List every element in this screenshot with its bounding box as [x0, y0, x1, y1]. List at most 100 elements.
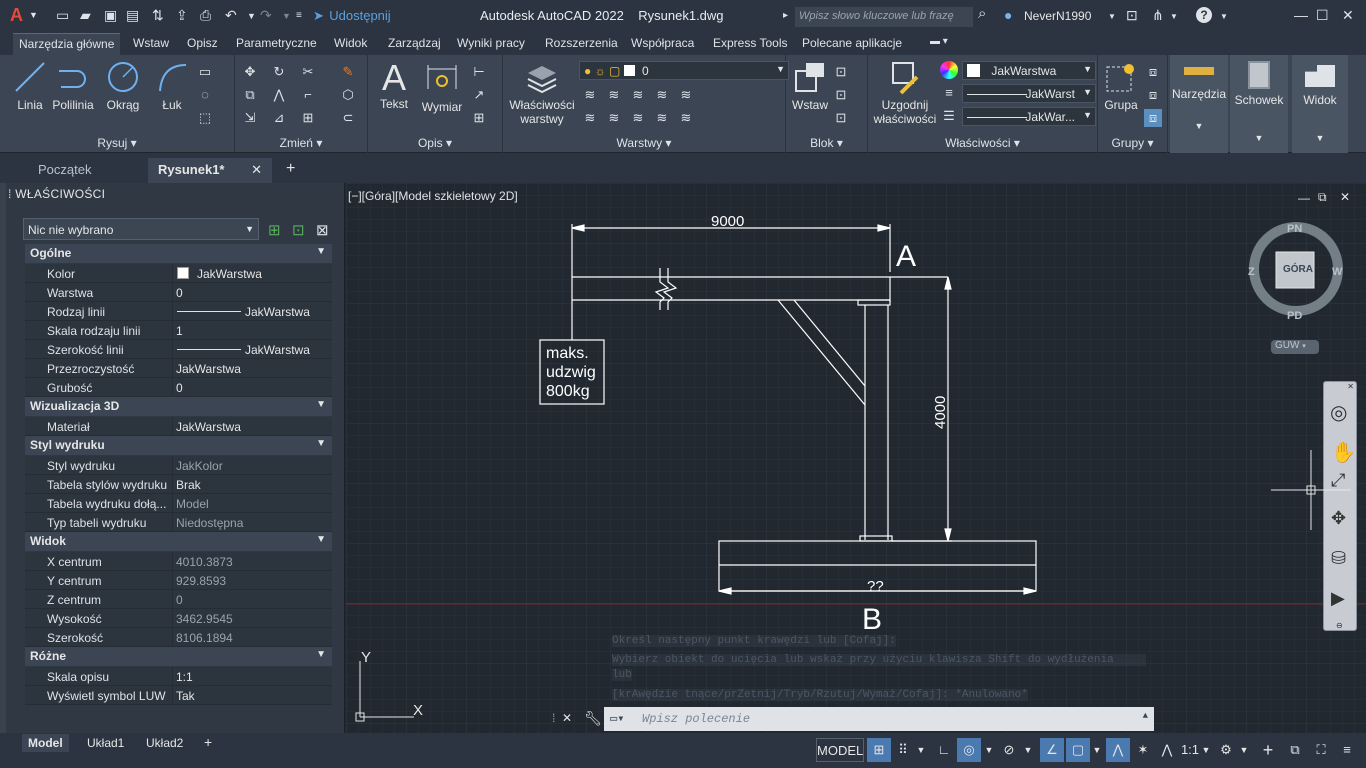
property-row[interactable]: Wyświetl symbol LUW Tak [25, 686, 332, 705]
hatch-icon[interactable]: ◌ [196, 86, 214, 104]
layer-tool-2-icon[interactable]: ≋ [605, 86, 623, 104]
erase-icon[interactable]: ✎ [339, 63, 357, 81]
move-icon[interactable]: ✥ [241, 63, 259, 81]
property-row[interactable]: Z centrum 0 [25, 590, 332, 609]
modify-panel-label[interactable]: Zmień ▾ [235, 136, 367, 150]
tab-start[interactable]: Początek [28, 158, 101, 183]
tab-drawing[interactable]: Rysunek1* ✕ [148, 158, 272, 183]
drawing-area[interactable]: 9000 A 4000 ?? B maks. udzwig 800kg GÓRA… [346, 183, 1366, 733]
property-row[interactable]: X centrum 4010.3873 [25, 552, 332, 571]
rectangle-icon[interactable]: ▭ [196, 63, 214, 81]
explode-icon[interactable]: ⬡ [339, 86, 357, 104]
tab-addins[interactable]: Rozszerzenia [545, 36, 618, 50]
collapse-icon[interactable]: ▼ [316, 649, 326, 660]
collapse-icon[interactable]: ▼ [316, 438, 326, 449]
groups-panel-label[interactable]: Grupy ▾ [1098, 136, 1167, 150]
annotation-scale-icon[interactable]: ⋀ [1156, 738, 1178, 762]
new-icon[interactable]: ▭ [56, 7, 69, 24]
quick-select-icon[interactable]: ⊠ [316, 221, 329, 239]
layer-tool-5-icon[interactable]: ≋ [677, 86, 695, 104]
plot-icon[interactable]: ⎙ [200, 7, 211, 24]
collapse-icon[interactable]: ▼ [316, 399, 326, 410]
annotation-scale-value[interactable]: 1:1 [1180, 738, 1200, 762]
scale-dropdown-icon[interactable]: ▼ [1200, 738, 1212, 762]
ungroup-icon[interactable]: ⧈ [1144, 63, 1162, 81]
property-row[interactable]: Materiał JakWarstwa [25, 417, 332, 436]
layer-dropdown[interactable]: ● ☼ ▢ 0 ▼ [579, 61, 789, 80]
toggle-pickadd-icon[interactable]: ⊞ [268, 221, 281, 239]
customize-qa-icon[interactable]: ≡ [296, 10, 302, 21]
view-panel[interactable]: Widok ▼ [1292, 55, 1348, 153]
layer-tool-7-icon[interactable]: ≋ [605, 109, 623, 127]
layer-tool-9-icon[interactable]: ≋ [653, 109, 671, 127]
text-button[interactable]: A Tekst [374, 59, 414, 112]
open-icon[interactable]: ▰ [80, 7, 91, 24]
isolate-objects-icon[interactable]: ⧉ [1284, 738, 1306, 762]
tab-view[interactable]: Widok [334, 36, 367, 50]
property-row[interactable]: Wysokość 3462.9545 [25, 609, 332, 628]
viewport-controls-label[interactable]: [−][Góra][Model szkieletowy 2D] [348, 189, 518, 203]
redo-icon[interactable]: ↷ [260, 7, 272, 24]
steering-wheel-icon[interactable]: ◎ [1330, 400, 1347, 425]
property-row[interactable]: Przezroczystość JakWarstwa [25, 359, 332, 378]
snap-dropdown-icon[interactable]: ▼ [914, 738, 928, 762]
save-web-icon[interactable]: ⇪ [176, 7, 188, 24]
section-header[interactable]: Ogólne ▼ [25, 244, 332, 263]
linetype-dropdown[interactable]: JakWarst ▼ [962, 84, 1096, 103]
maximize-icon[interactable]: ☐ [1316, 7, 1329, 24]
close-icon[interactable]: ✕ [251, 162, 262, 178]
tab-manage[interactable]: Zarządzaj [388, 36, 441, 50]
command-recent-icon[interactable]: ▲ [1143, 711, 1148, 721]
add-icon[interactable]: + [1256, 738, 1280, 762]
line-button[interactable]: Linia [10, 59, 50, 112]
layer-tool-10-icon[interactable]: ≋ [677, 109, 695, 127]
insert-button[interactable]: Wstaw [790, 59, 830, 112]
workspace-dropdown-icon[interactable]: ▼ [1238, 738, 1250, 762]
osnap-icon[interactable]: ▢ [1066, 738, 1090, 762]
property-row[interactable]: Skala opisu 1:1 [25, 667, 332, 686]
leader-icon[interactable]: ↗ [470, 86, 488, 104]
property-row[interactable]: Y centrum 929.8593 [25, 571, 332, 590]
group-select-icon[interactable]: ⧈ [1144, 109, 1162, 127]
open-web-icon[interactable]: ⇅ [152, 7, 164, 24]
layer-tool-3-icon[interactable]: ≋ [629, 86, 647, 104]
clipboard-panel[interactable]: Schowek ▼ [1230, 55, 1288, 153]
tab-layout2[interactable]: Układ2 [140, 734, 189, 752]
layer-properties-button[interactable]: Właściwości warstwy [507, 59, 577, 126]
tab-output[interactable]: Wyniki pracy [457, 36, 525, 50]
undo-icon[interactable]: ↶ [225, 7, 237, 24]
block-edit-icon[interactable]: ⊡ [832, 86, 850, 104]
fillet-icon[interactable]: ⌐ [299, 86, 317, 104]
cart-icon[interactable]: ⊡ [1126, 7, 1138, 24]
fullscreen-icon[interactable]: ⛶ [1310, 738, 1332, 762]
dimension-button[interactable]: Wymiar [418, 59, 466, 114]
viewcube-east[interactable]: W [1332, 266, 1342, 278]
viewport-close-icon[interactable]: ✕ [1340, 190, 1350, 204]
lineweight-dropdown[interactable]: JakWar... ▼ [962, 107, 1096, 126]
layer-tool-8-icon[interactable]: ≋ [629, 109, 647, 127]
autoscale-icon[interactable]: ✶ [1132, 738, 1154, 762]
property-row[interactable]: Szerokość linii JakWarstwa [25, 340, 332, 359]
group-edit-icon[interactable]: ⧈ [1144, 86, 1162, 104]
showmotion-play-icon[interactable]: ▶ [1331, 588, 1345, 609]
layer-tool-6-icon[interactable]: ≋ [581, 109, 599, 127]
selection-dropdown[interactable]: Nic nie wybrano ▼ [23, 218, 259, 240]
help-dropdown-icon[interactable]: ▼ [1220, 12, 1228, 21]
tab-home[interactable]: Narzędzia główne [13, 33, 121, 55]
collapse-icon[interactable]: ▼ [316, 246, 326, 257]
trim-icon[interactable]: ✂ [299, 63, 317, 81]
new-tab-icon[interactable]: + [286, 160, 295, 178]
layer-tool-4-icon[interactable]: ≋ [653, 86, 671, 104]
osnap-dropdown-icon[interactable]: ▼ [1090, 738, 1104, 762]
drawing-canvas[interactable] [346, 183, 1366, 733]
command-grip-icon[interactable]: ⁞ [552, 711, 555, 725]
tab-parametric[interactable]: Parametryczne [236, 36, 317, 50]
isodraft-dropdown-icon[interactable]: ▼ [1021, 738, 1035, 762]
polyline-button[interactable]: Polilinia [50, 59, 96, 112]
osnap-tracking-icon[interactable]: ∠ [1040, 738, 1064, 762]
draw-panel-label[interactable]: Rysuj ▾ [0, 136, 234, 150]
property-row[interactable]: Warstwa 0 [25, 283, 332, 302]
property-row[interactable]: Grubość 0 [25, 378, 332, 397]
command-close-icon[interactable]: ✕ [562, 711, 572, 725]
select-objects-icon[interactable]: ⊡ [292, 221, 305, 239]
